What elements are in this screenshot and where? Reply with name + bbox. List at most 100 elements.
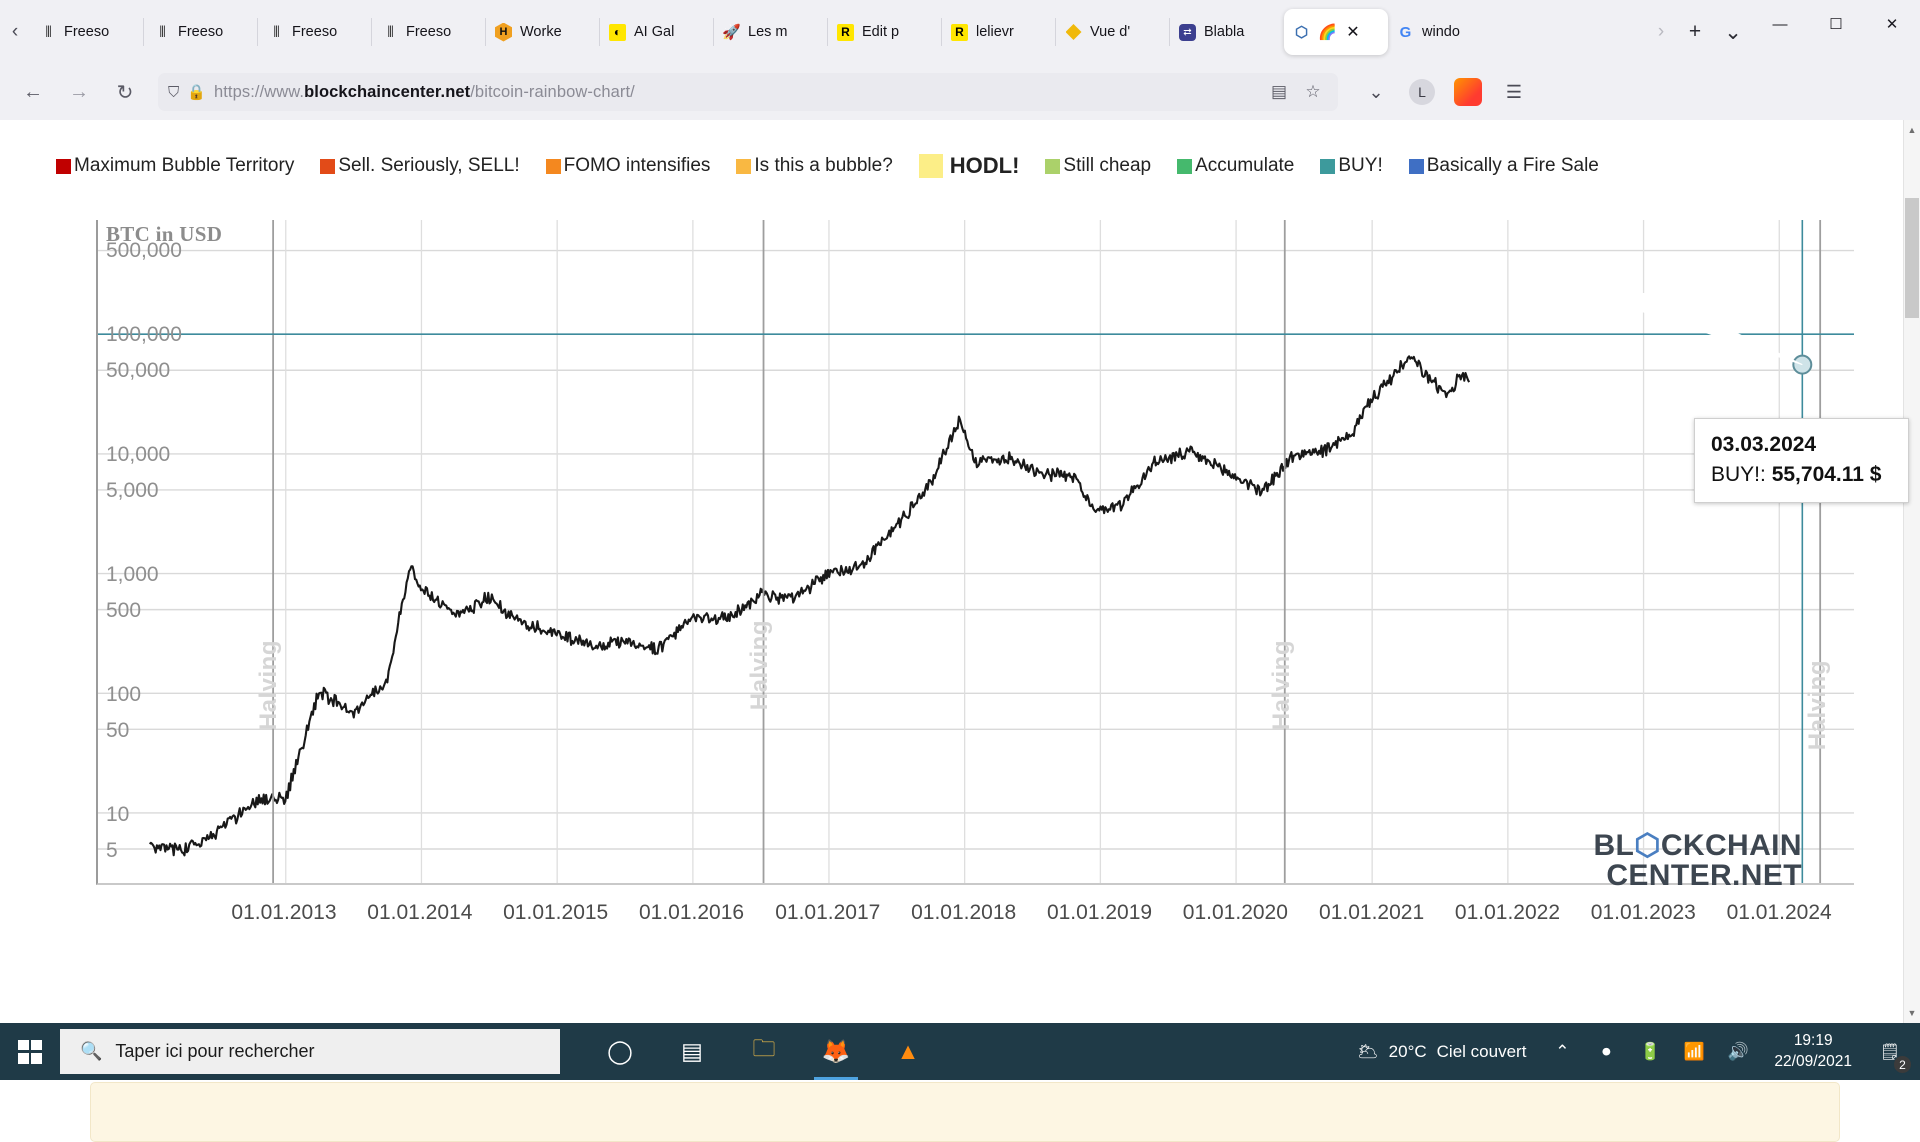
x-axis-tick-label: 01.01.2017 [775,901,881,924]
x-axis-tick-label: 01.01.2022 [1454,901,1561,924]
url-domain: blockchaincenter.net [304,82,471,101]
legend-item-fire-sale[interactable]: Basically a Fire Sale [1408,155,1599,177]
page-scrollbar[interactable]: ▲ ▼ [1903,120,1920,1023]
weather-temperature: 20°C [1388,1041,1427,1061]
list-all-tabs-button[interactable]: ⌄ [1714,13,1752,51]
tab-freesound-3[interactable]: ⦀ Freeso [257,9,372,55]
legend-label: Basically a Fire Sale [1426,155,1599,176]
blockchaincenter-icon: ⬡ [1634,828,1661,862]
close-tab-button[interactable]: ✕ [1344,22,1362,42]
legend-item-still-cheap[interactable]: Still cheap [1045,155,1151,177]
tab-blockchaincenter-active[interactable]: ⬡ 🌈 ✕ [1284,9,1388,55]
x-axis-tick-label: 01.01.2023 [1590,901,1696,924]
audio-wave-icon: ⦀ [387,23,394,41]
legend-item-accumulate[interactable]: Accumulate [1177,155,1294,177]
notification-icon[interactable]: 🗒 2 [1866,1023,1914,1080]
scroll-up-arrow[interactable]: ▲ [1905,122,1919,138]
wifi-icon[interactable]: 📶 [1672,1023,1716,1080]
halving-label: Halving [255,640,283,731]
window-controls: — ☐ ✕ [1752,0,1920,64]
task-view-icon[interactable]: ▤ [656,1023,728,1080]
scroll-tabs-left-button[interactable]: ‹ [0,12,30,52]
clock-date: 22/09/2021 [1774,1052,1852,1070]
browser-window: ‹ ⦀ Freeso ⦀ Freeso ⦀ Freeso ⦀ Freeso H … [0,0,1920,1142]
close-window-button[interactable]: ✕ [1864,0,1920,48]
hamburger-menu-icon[interactable]: ☰ [1494,73,1534,111]
file-explorer-icon[interactable]: 🗀 [728,1023,800,1080]
tab-freesound-4[interactable]: ⦀ Freeso [371,9,486,55]
tab-title: lelievr [976,24,1014,40]
audio-wave-icon: ⦀ [159,23,166,41]
tab-ai-gallery[interactable]: ◐ AI Gal [599,9,714,55]
address-bar[interactable]: ⛉ 🔒 https://www.blockchaincenter.net/bit… [158,73,1338,111]
scroll-down-arrow[interactable]: ▼ [1905,1005,1919,1021]
legend-label: BUY! [1338,155,1383,176]
tooltip-value-row: BUY!: 55,704.11 $ [1711,460,1894,490]
account-avatar[interactable]: L [1402,73,1442,111]
plot-area[interactable] [96,220,1854,885]
url-path: /bitcoin-rainbow-chart/ [470,82,635,101]
pocket-icon[interactable]: ⌄ [1356,73,1396,111]
x-axis-tick-label: 01.01.2013 [231,901,337,924]
back-button[interactable]: ← [12,73,54,111]
minimize-button[interactable]: — [1752,0,1808,48]
legend-item-hodl[interactable]: HODL! [918,153,1019,179]
google-g-icon: G [1399,23,1412,41]
navigation-toolbar: ← → ↻ ⛉ 🔒 https://www.blockchaincenter.n… [0,64,1920,120]
new-tab-button[interactable]: + [1676,13,1714,51]
firefox-icon[interactable]: 🦊 [800,1023,872,1080]
padlock-icon[interactable]: 🔒 [187,83,206,101]
forward-button[interactable]: → [58,73,100,111]
tab-freesound-1[interactable]: ⦀ Freeso [30,9,144,55]
reload-button[interactable]: ↻ [104,73,146,111]
chart-legend: Maximum Bubble Territory Sell. Seriously… [56,148,1856,184]
battery-icon[interactable]: 🔋 [1628,1023,1672,1080]
clock-time: 19:19 [1793,1032,1833,1050]
tab-edit-p[interactable]: R Edit p [827,9,942,55]
binance-diamond-icon [1064,23,1083,42]
reader-view-icon[interactable]: ▤ [1264,82,1294,102]
tab-title: Edit p [862,24,900,40]
url-text: https://www.blockchaincenter.net/bitcoin… [214,83,635,102]
tab-title: Freeso [178,24,224,40]
start-button[interactable] [0,1023,60,1080]
vlc-icon[interactable]: ▲ [872,1023,944,1080]
tooltip-value: 55,704.11 $ [1771,462,1882,486]
firefox-icon[interactable] [1448,73,1488,111]
show-hidden-icons-chevron[interactable]: ⌃ [1540,1023,1584,1080]
legend-item-fomo[interactable]: FOMO intensifies [545,155,710,177]
scrollbar-thumb[interactable] [1905,198,1919,318]
shield-icon[interactable]: ⛉ [168,84,179,101]
legend-item-bubble[interactable]: Is this a bubble? [736,155,893,177]
legend-label: Still cheap [1063,155,1152,176]
halving-label: Halving [1268,640,1296,731]
taskbar-search-input[interactable]: 🔍 Taper ici pour rechercher [60,1029,560,1074]
tab-les-m[interactable]: 🚀 Les m [713,9,828,55]
page-content: Maximum Bubble Territory Sell. Seriously… [0,120,1920,1142]
cortana-icon[interactable]: ◯ [584,1023,656,1080]
legend-item-sell[interactable]: Sell. Seriously, SELL! [320,155,520,177]
star-icon[interactable]: ☆ [1298,82,1328,102]
tab-windows-search[interactable]: G windo [1388,9,1502,55]
tab-workable[interactable]: H Worke [485,9,600,55]
scroll-tabs-right-button[interactable]: › [1646,12,1676,52]
audio-wave-icon: ⦀ [45,23,52,41]
legend-item-max-bubble[interactable]: Maximum Bubble Territory [56,155,294,177]
tab-blablacar[interactable]: ⇄ Blabla [1169,9,1284,55]
legend-item-buy[interactable]: BUY! [1320,155,1383,177]
volume-icon[interactable]: 🔊 [1716,1023,1760,1080]
rainbow-chart[interactable]: BTC in USD 500,000 100,000 50,000 10,000 5,0… [54,190,1909,980]
tab-lelievre[interactable]: R lelievr [941,9,1056,55]
camera-icon[interactable]: ⏺ [1584,1023,1628,1080]
x-axis-tick-label: 01.01.2024 [1726,901,1832,924]
rainbow-icon: 🌈 [1318,24,1337,41]
tab-title: Vue d' [1090,24,1131,40]
legend-label: Accumulate [1195,155,1295,176]
tab-title: Freeso [64,24,110,40]
chart-container: Maximum Bubble Territory Sell. Seriously… [36,120,1909,1142]
tab-vue-d[interactable]: Vue d' [1055,9,1170,55]
maximize-button[interactable]: ☐ [1808,0,1864,48]
weather-widget[interactable]: 🌥 20°C Ciel couvert [1343,1042,1540,1062]
taskbar-clock[interactable]: 19:19 22/09/2021 [1760,1031,1866,1072]
tab-freesound-2[interactable]: ⦀ Freeso [143,9,258,55]
